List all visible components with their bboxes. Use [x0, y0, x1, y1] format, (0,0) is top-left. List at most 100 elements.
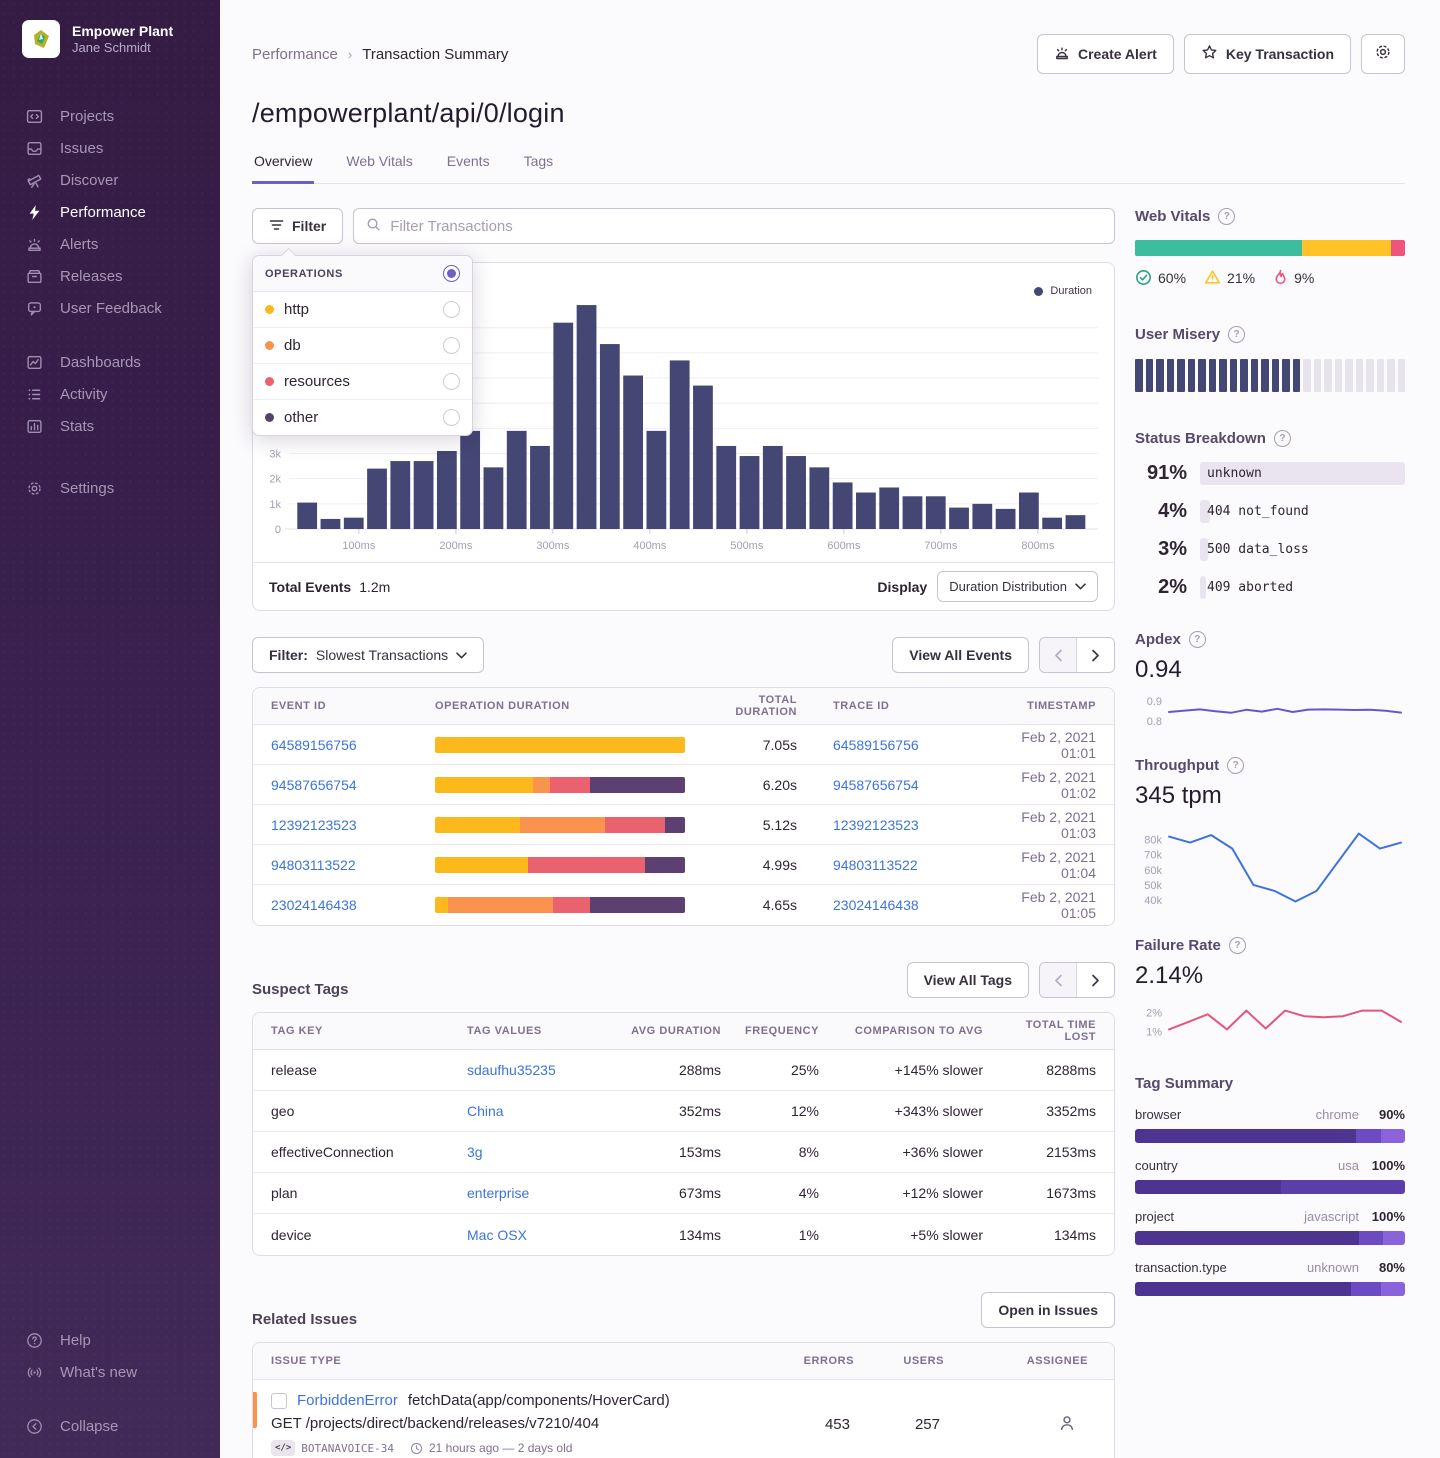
operation-radio[interactable]	[443, 301, 460, 318]
sidebar-item-activity[interactable]: Activity	[0, 378, 220, 410]
tag-value-link[interactable]: Mac OSX	[449, 1227, 627, 1243]
settings-gear-button[interactable]	[1361, 34, 1405, 74]
operation-duration-bar	[435, 897, 685, 913]
suspect-tag-row: geoChina352ms12%+343% slower3352ms	[253, 1091, 1114, 1132]
create-alert-button[interactable]: Create Alert	[1037, 34, 1174, 74]
filter-operation-db[interactable]: db	[253, 328, 472, 364]
sidebar-item-discover[interactable]: Discover	[0, 164, 220, 196]
web-vitals-help-icon[interactable]: ?	[1218, 208, 1235, 225]
operation-radio[interactable]	[443, 337, 460, 354]
op-segment	[435, 817, 520, 833]
operations-header[interactable]: OPERATIONS	[253, 256, 472, 292]
key-transaction-button[interactable]: Key Transaction	[1184, 34, 1351, 74]
event-id-link[interactable]: 94803113522	[253, 857, 417, 873]
svg-text:0.9: 0.9	[1147, 696, 1162, 708]
sidebar-item-user-feedback[interactable]: User Feedback	[0, 292, 220, 324]
sidebar-item-stats[interactable]: Stats	[0, 410, 220, 442]
operation-radio[interactable]	[443, 373, 460, 390]
sidebar-item-alerts[interactable]: Alerts	[0, 228, 220, 260]
filter-value-label: Slowest Transactions	[316, 647, 448, 663]
view-all-tags-button[interactable]: View All Tags	[907, 962, 1029, 998]
tag-value-link[interactable]: China	[449, 1103, 627, 1119]
tag-value-link[interactable]: enterprise	[449, 1185, 627, 1201]
operations-radio-selected[interactable]	[443, 265, 460, 282]
throughput-value: 345 tpm	[1135, 782, 1405, 810]
column-header-operation-duration: OPERATION DURATION	[417, 700, 685, 712]
tag-value-link[interactable]: sdaufhu35235	[449, 1062, 627, 1078]
tab-overview[interactable]: Overview	[252, 153, 314, 184]
sidebar-item-dashboards[interactable]: Dashboards	[0, 346, 220, 378]
transaction-event-row: 230241464384.65s23024146438Feb 2, 2021 0…	[253, 885, 1114, 925]
tag-value-link[interactable]: 3g	[449, 1144, 627, 1160]
tag-summary-bar	[1135, 1129, 1405, 1143]
sidebar-item-label: Issues	[60, 140, 103, 157]
transaction-search	[353, 208, 1115, 244]
event-id-link[interactable]: 94587656754	[253, 777, 417, 793]
display-select-value: Duration Distribution	[949, 579, 1067, 594]
tab-events[interactable]: Events	[445, 153, 492, 183]
total-duration-cell: 4.99s	[685, 857, 815, 873]
gear-icon	[1374, 43, 1392, 66]
trace-id-link[interactable]: 94587656754	[815, 777, 973, 793]
breadcrumb-performance[interactable]: Performance	[252, 46, 338, 63]
open-in-issues-button[interactable]: Open in Issues	[981, 1292, 1115, 1328]
apdex-help-icon[interactable]: ?	[1189, 631, 1206, 648]
sidebar: Empower Plant Jane Schmidt Projects Issu…	[0, 0, 220, 1458]
search-input[interactable]	[390, 218, 1102, 235]
sidebar-item-releases[interactable]: Releases	[0, 260, 220, 292]
trace-id-link[interactable]: 94803113522	[815, 857, 973, 873]
sidebar-item-performance[interactable]: Performance	[0, 196, 220, 228]
issue-type-link[interactable]: ForbiddenError	[297, 1392, 398, 1409]
column-header-timestamp: TIMESTAMP	[973, 700, 1114, 712]
event-id-link[interactable]: 12392123523	[253, 817, 417, 833]
trace-id-link[interactable]: 23024146438	[815, 897, 973, 913]
sidebar-collapse-button[interactable]: Collapse	[0, 1410, 220, 1442]
discover-icon	[25, 171, 43, 189]
throughput-help-icon[interactable]: ?	[1227, 757, 1244, 774]
next-page-button[interactable]	[1077, 963, 1114, 997]
tag-summary-row: countryusa100%	[1135, 1158, 1405, 1194]
user-misery-help-icon[interactable]: ?	[1228, 326, 1245, 343]
sidebar-item-issues[interactable]: Issues	[0, 132, 220, 164]
assignee-button[interactable]	[966, 1414, 1114, 1435]
sidebar-item-projects[interactable]: Projects	[0, 100, 220, 132]
status-percent: 3%	[1135, 538, 1187, 561]
event-id-link[interactable]: 23024146438	[253, 897, 417, 913]
tab-tags[interactable]: Tags	[522, 153, 556, 183]
misery-segment	[1230, 359, 1238, 392]
op-segment	[553, 897, 591, 913]
filter-operation-resources[interactable]: resources	[253, 364, 472, 400]
tag-bar-segment	[1381, 1129, 1405, 1143]
event-id-link[interactable]: 64589156756	[253, 737, 417, 753]
sidebar-item-whats-new[interactable]: What's new	[0, 1356, 220, 1388]
previous-page-button[interactable]	[1040, 638, 1077, 672]
trace-id-link[interactable]: 64589156756	[815, 737, 973, 753]
avg-duration-cell: 134ms	[627, 1227, 733, 1243]
view-all-events-button[interactable]: View All Events	[892, 637, 1029, 673]
misery-segment	[1366, 359, 1374, 392]
next-page-button[interactable]	[1077, 638, 1114, 672]
failure-rate-help-icon[interactable]: ?	[1229, 937, 1246, 954]
sidebar-item-settings[interactable]: Settings	[0, 472, 220, 504]
misery-segment	[1219, 359, 1227, 392]
issue-checkbox[interactable]	[271, 1393, 287, 1409]
filter-operation-http[interactable]: http	[253, 292, 472, 328]
operation-radio[interactable]	[443, 409, 460, 426]
trace-id-link[interactable]: 12392123523	[815, 817, 973, 833]
tab-web-vitals[interactable]: Web Vitals	[344, 153, 414, 183]
status-breakdown-help-icon[interactable]: ?	[1274, 430, 1291, 447]
filter-button[interactable]: Filter	[252, 208, 343, 244]
issues-icon	[25, 139, 43, 157]
display-select[interactable]: Duration Distribution	[937, 571, 1098, 602]
db-color-dot	[265, 341, 274, 350]
column-header-trace-id: TRACE ID	[815, 700, 973, 712]
filter-operation-other[interactable]: other	[253, 400, 472, 435]
org-switcher[interactable]: Empower Plant Jane Schmidt	[0, 0, 220, 58]
misery-segment	[1209, 359, 1217, 392]
sidebar-item-help[interactable]: Help	[0, 1324, 220, 1356]
op-segment	[550, 777, 590, 793]
project-badge[interactable]: </> BOTANAVOICE-34	[271, 1440, 394, 1456]
transaction-filter-select[interactable]: Filter: Slowest Transactions	[252, 637, 484, 673]
operation-label: db	[284, 337, 301, 354]
previous-page-button[interactable]	[1040, 963, 1077, 997]
